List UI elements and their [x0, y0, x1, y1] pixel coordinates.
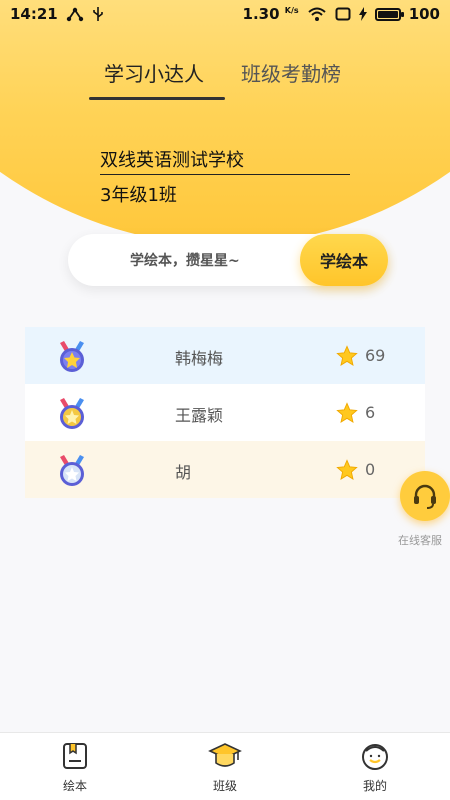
- battery-icon: [374, 7, 404, 21]
- student-name: 胡: [175, 463, 192, 482]
- star-count: 0: [365, 460, 376, 479]
- nav-label: 绘本: [62, 779, 87, 793]
- screen-icon: [335, 7, 351, 21]
- silver-medal-icon: [60, 398, 84, 429]
- ranking-row[interactable]: 王露颖 6: [25, 384, 425, 441]
- nav-item-mine[interactable]: 我的: [335, 741, 415, 794]
- wifi-icon: [308, 7, 326, 21]
- school-info: 双线英语测试学校 3年级1班: [100, 146, 350, 207]
- status-bar: 14:21 1.30 K/s 100: [0, 0, 450, 28]
- network-speed: 1.30: [242, 5, 280, 23]
- top-tabs: 学习小达人 班级考勤榜: [0, 52, 450, 98]
- ranking-row[interactable]: 韩梅梅 69: [25, 327, 425, 384]
- graduation-cap-icon: [208, 743, 242, 767]
- bronze-medal-icon: [60, 455, 84, 486]
- class-name: 3年级1班: [100, 185, 177, 206]
- nav-item-class[interactable]: 班级: [185, 741, 265, 794]
- study-picture-book-button[interactable]: 学绘本: [300, 234, 388, 286]
- tab-attendance[interactable]: 班级考勤榜: [241, 58, 341, 87]
- star-count: 6: [365, 403, 376, 422]
- nav-item-picture-books[interactable]: 绘本: [35, 741, 115, 794]
- headset-icon: [414, 484, 436, 509]
- charging-icon: [358, 7, 367, 21]
- network-speed-unit: K/s: [284, 6, 299, 15]
- customer-service-label: 在线客服: [398, 534, 442, 547]
- gold-medal-icon: [60, 341, 84, 372]
- customer-service-button[interactable]: [400, 471, 450, 521]
- tab-study-stars[interactable]: 学习小达人: [104, 58, 204, 87]
- status-time: 14:21: [10, 5, 58, 23]
- star-icon: [336, 345, 358, 366]
- battery-percent: 100: [408, 5, 440, 23]
- ranking-row[interactable]: 胡 0: [25, 441, 425, 498]
- star-count: 69: [365, 346, 386, 365]
- ranking-list: 韩梅梅 69 王露颖 6 胡 0: [25, 327, 425, 498]
- study-prompt-text: 学绘本，攒星星~: [130, 253, 240, 269]
- book-icon: [63, 743, 87, 769]
- student-name: 韩梅梅: [175, 349, 224, 368]
- smiley-icon: [362, 744, 388, 770]
- school-name: 双线英语测试学校: [100, 146, 350, 175]
- bottom-navigation: 绘本 班级 我的: [0, 732, 450, 800]
- star-icon: [336, 402, 358, 423]
- nav-label: 我的: [362, 779, 387, 793]
- share-icon: [66, 7, 83, 22]
- nav-label: 班级: [212, 779, 237, 793]
- active-tab-indicator: [89, 97, 225, 100]
- usb-icon: [92, 7, 103, 21]
- student-name: 王露颖: [175, 406, 224, 425]
- header-background: [0, 0, 450, 250]
- star-icon: [336, 459, 358, 480]
